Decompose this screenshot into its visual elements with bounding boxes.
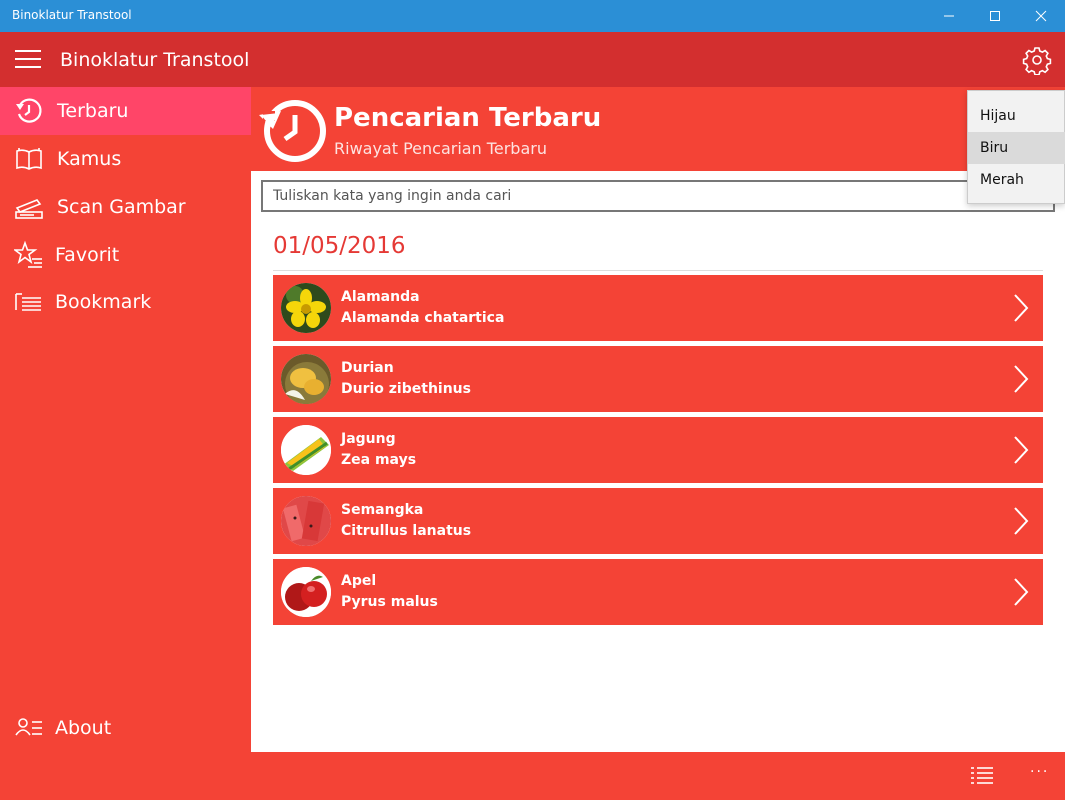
hamburger-menu-icon[interactable] <box>15 50 41 70</box>
sidebar-item-label: Favorit <box>55 244 120 266</box>
list-item[interactable]: Jagung Zea mays <box>273 417 1043 483</box>
item-name: Semangka <box>341 502 424 518</box>
sidebar-item-scan-gambar[interactable]: Scan Gambar <box>0 183 251 231</box>
list-item[interactable]: Alamanda Alamanda chatartica <box>273 275 1043 341</box>
date-divider <box>273 270 1043 271</box>
sidebar-item-label: About <box>55 717 112 739</box>
star-list-icon <box>14 240 42 268</box>
settings-gear-icon[interactable] <box>1022 45 1052 75</box>
page-subtitle: Riwayat Pencarian Terbaru <box>334 139 547 158</box>
sidebar-item-label: Terbaru <box>57 100 129 122</box>
jagung-thumbnail <box>281 425 331 475</box>
search-input[interactable] <box>261 180 1055 212</box>
maximize-button[interactable] <box>972 0 1018 32</box>
chevron-right-icon <box>1014 507 1029 535</box>
app-title: Binoklatur Transtool <box>60 49 250 71</box>
bottom-app-bar: ··· <box>0 752 1065 800</box>
durian-thumbnail <box>281 354 331 404</box>
item-scientific-name: Pyrus malus <box>341 594 438 610</box>
item-name: Jagung <box>341 431 396 447</box>
item-scientific-name: Alamanda chatartica <box>341 310 505 326</box>
content-header: Pencarian Terbaru Riwayat Pencarian Terb… <box>251 87 1065 171</box>
app-header: Binoklatur Transtool <box>0 32 1065 87</box>
item-name: Alamanda <box>341 289 420 305</box>
bookmark-list-icon <box>15 293 41 311</box>
sidebar-item-label: Kamus <box>57 148 122 170</box>
list-view-icon[interactable] <box>970 766 994 786</box>
result-list: Alamanda Alamanda chatartica Durian Duri… <box>273 275 1043 630</box>
sidebar-item-label: Scan Gambar <box>57 196 186 218</box>
item-name: Durian <box>341 360 394 376</box>
chevron-right-icon <box>1014 436 1029 464</box>
history-icon <box>16 98 42 123</box>
menu-item-hijau[interactable]: Hijau <box>968 100 1065 132</box>
book-icon <box>16 148 42 170</box>
date-heading: 01/05/2016 <box>273 233 406 259</box>
item-scientific-name: Citrullus lanatus <box>341 523 472 539</box>
close-button[interactable] <box>1018 0 1064 32</box>
alamanda-thumbnail <box>281 283 331 333</box>
more-options-button[interactable]: ··· <box>1030 764 1049 780</box>
apel-thumbnail <box>281 567 331 617</box>
minimize-icon <box>944 15 954 17</box>
history-large-icon <box>259 100 326 162</box>
minimize-button[interactable] <box>926 0 972 32</box>
item-scientific-name: Zea mays <box>341 452 417 468</box>
sidebar-item-about[interactable]: About <box>0 704 251 752</box>
chevron-right-icon <box>1014 294 1029 322</box>
list-item[interactable]: Apel Pyrus malus <box>273 559 1043 625</box>
sidebar-item-label: Bookmark <box>55 291 152 313</box>
menu-item-biru[interactable]: Biru <box>968 132 1065 164</box>
item-scientific-name: Durio zibethinus <box>341 381 471 397</box>
scanner-icon <box>15 199 43 219</box>
window-titlebar: Binoklatur Transtool <box>0 0 1065 32</box>
sidebar-item-terbaru[interactable]: Terbaru <box>0 87 251 135</box>
close-icon <box>1035 10 1047 22</box>
sidebar-item-kamus[interactable]: Kamus <box>0 135 251 183</box>
item-name: Apel <box>341 573 377 589</box>
theme-menu: Hijau Biru Merah <box>967 90 1065 204</box>
chevron-right-icon <box>1014 365 1029 393</box>
semangka-thumbnail <box>281 496 331 546</box>
list-item[interactable]: Durian Durio zibethinus <box>273 346 1043 412</box>
window-title: Binoklatur Transtool <box>12 8 132 22</box>
menu-item-merah[interactable]: Merah <box>968 164 1065 196</box>
about-contact-icon <box>15 718 42 736</box>
sidebar: Terbaru Kamus Scan Gambar Favorit Bookma… <box>0 87 251 752</box>
page-title: Pencarian Terbaru <box>334 103 602 133</box>
maximize-icon <box>990 11 1000 21</box>
list-item[interactable]: Semangka Citrullus lanatus <box>273 488 1043 554</box>
sidebar-item-bookmark[interactable]: Bookmark <box>0 278 251 326</box>
chevron-right-icon <box>1014 578 1029 606</box>
sidebar-item-favorit[interactable]: Favorit <box>0 231 251 279</box>
